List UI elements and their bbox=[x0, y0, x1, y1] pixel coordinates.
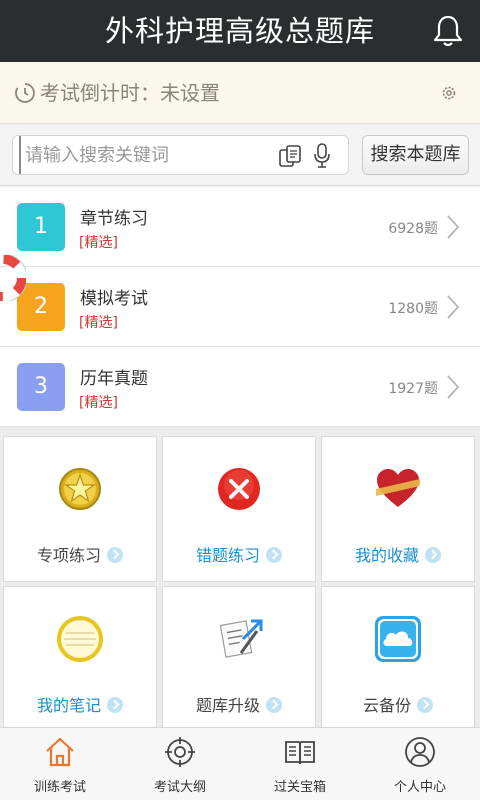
tab-label: 过关宝箱 bbox=[273, 780, 326, 795]
arrow-circle-icon bbox=[425, 547, 441, 563]
question-count: 1280题 bbox=[388, 301, 438, 317]
tab-pass-treasure-box[interactable]: 过关宝箱 bbox=[240, 728, 360, 800]
tool-label: 我的笔记 bbox=[4, 692, 156, 716]
special-practice-button[interactable]: 专项练习 bbox=[3, 436, 157, 582]
section-number-badge: 3 bbox=[17, 363, 65, 411]
list-item[interactable]: 3 历年真题 [精选] 1927题 bbox=[0, 347, 480, 427]
featured-tag: [精选] bbox=[79, 315, 118, 331]
tool-label: 云备份 bbox=[322, 692, 474, 716]
upgrade-icon bbox=[219, 619, 263, 658]
error-x-icon bbox=[218, 468, 260, 510]
arrow-circle-icon bbox=[107, 697, 123, 713]
chevron-right-icon bbox=[447, 215, 460, 239]
star-badge-icon bbox=[59, 468, 101, 510]
chevron-right-icon bbox=[447, 295, 460, 319]
arrow-circle-icon bbox=[266, 547, 282, 563]
my-notes-button[interactable]: 我的笔记 bbox=[3, 586, 157, 732]
target-icon bbox=[165, 737, 195, 767]
section-number-badge: 1 bbox=[17, 203, 65, 251]
section-list: 1 章节练习 [精选] 6928题 2 模拟考试 [精选] 1280题 3 历年… bbox=[0, 187, 480, 427]
tab-label: 训练考试 bbox=[33, 780, 86, 795]
arrow-circle-icon bbox=[417, 697, 433, 713]
cloud-icon bbox=[375, 616, 421, 662]
scan-icon[interactable] bbox=[278, 144, 302, 168]
bottom-tab-bar: 训练考试 考试大纲 过关宝箱 个人中心 bbox=[0, 727, 480, 800]
arrow-circle-icon bbox=[266, 697, 282, 713]
section-name: 模拟考试 bbox=[80, 289, 148, 309]
book-icon bbox=[285, 741, 315, 765]
tab-personal-center[interactable]: 个人中心 bbox=[360, 728, 480, 800]
question-count: 6928题 bbox=[388, 221, 438, 237]
tab-label: 考试大纲 bbox=[153, 780, 206, 795]
microphone-icon[interactable] bbox=[313, 142, 331, 170]
tool-label: 我的收藏 bbox=[322, 542, 474, 566]
tab-exam-syllabus[interactable]: 考试大纲 bbox=[120, 728, 240, 800]
page-title: 外科护理高级总题库 bbox=[104, 14, 375, 48]
exam-countdown-bar[interactable]: 考试倒计时：未设置 bbox=[0, 62, 480, 124]
title-bar: 外科护理高级总题库 bbox=[0, 0, 480, 62]
upgrade-question-bank-button[interactable]: 题库升级 bbox=[162, 586, 316, 732]
gear-icon[interactable] bbox=[440, 84, 458, 102]
clock-icon bbox=[15, 83, 35, 103]
tab-training-exam[interactable]: 训练考试 bbox=[0, 728, 120, 800]
featured-tag: [精选] bbox=[79, 395, 118, 411]
tool-label: 错题练习 bbox=[163, 542, 315, 566]
heart-icon bbox=[376, 469, 420, 507]
bell-icon[interactable] bbox=[432, 14, 464, 48]
question-count: 1927题 bbox=[388, 381, 438, 397]
search-button[interactable]: 搜索本题库 bbox=[362, 135, 469, 175]
search-input[interactable] bbox=[19, 136, 269, 174]
wrong-questions-button[interactable]: 错题练习 bbox=[162, 436, 316, 582]
my-favorites-button[interactable]: 我的收藏 bbox=[321, 436, 475, 582]
featured-tag: [精选] bbox=[79, 235, 118, 251]
list-item[interactable]: 2 模拟考试 [精选] 1280题 bbox=[0, 267, 480, 347]
lifebuoy-icon[interactable] bbox=[0, 255, 26, 301]
section-name: 历年真题 bbox=[80, 369, 148, 389]
section-name: 章节练习 bbox=[80, 209, 148, 229]
cloud-backup-button[interactable]: 云备份 bbox=[321, 586, 475, 732]
chevron-right-icon bbox=[447, 375, 460, 399]
tool-label: 题库升级 bbox=[163, 692, 315, 716]
user-icon bbox=[405, 737, 435, 767]
home-icon bbox=[46, 737, 74, 767]
notepad-icon bbox=[57, 616, 103, 662]
tool-label: 专项练习 bbox=[4, 542, 156, 566]
list-item[interactable]: 1 章节练习 [精选] 6928题 bbox=[0, 187, 480, 267]
search-bar: 搜索本题库 bbox=[0, 125, 480, 186]
search-box bbox=[12, 135, 349, 175]
countdown-label: 考试倒计时：未设置 bbox=[40, 81, 220, 105]
tab-label: 个人中心 bbox=[393, 780, 446, 795]
tool-grid: 专项练习 错题练习 我的收藏 我的笔记 题库升级 云备份 bbox=[0, 427, 480, 732]
arrow-circle-icon bbox=[107, 547, 123, 563]
